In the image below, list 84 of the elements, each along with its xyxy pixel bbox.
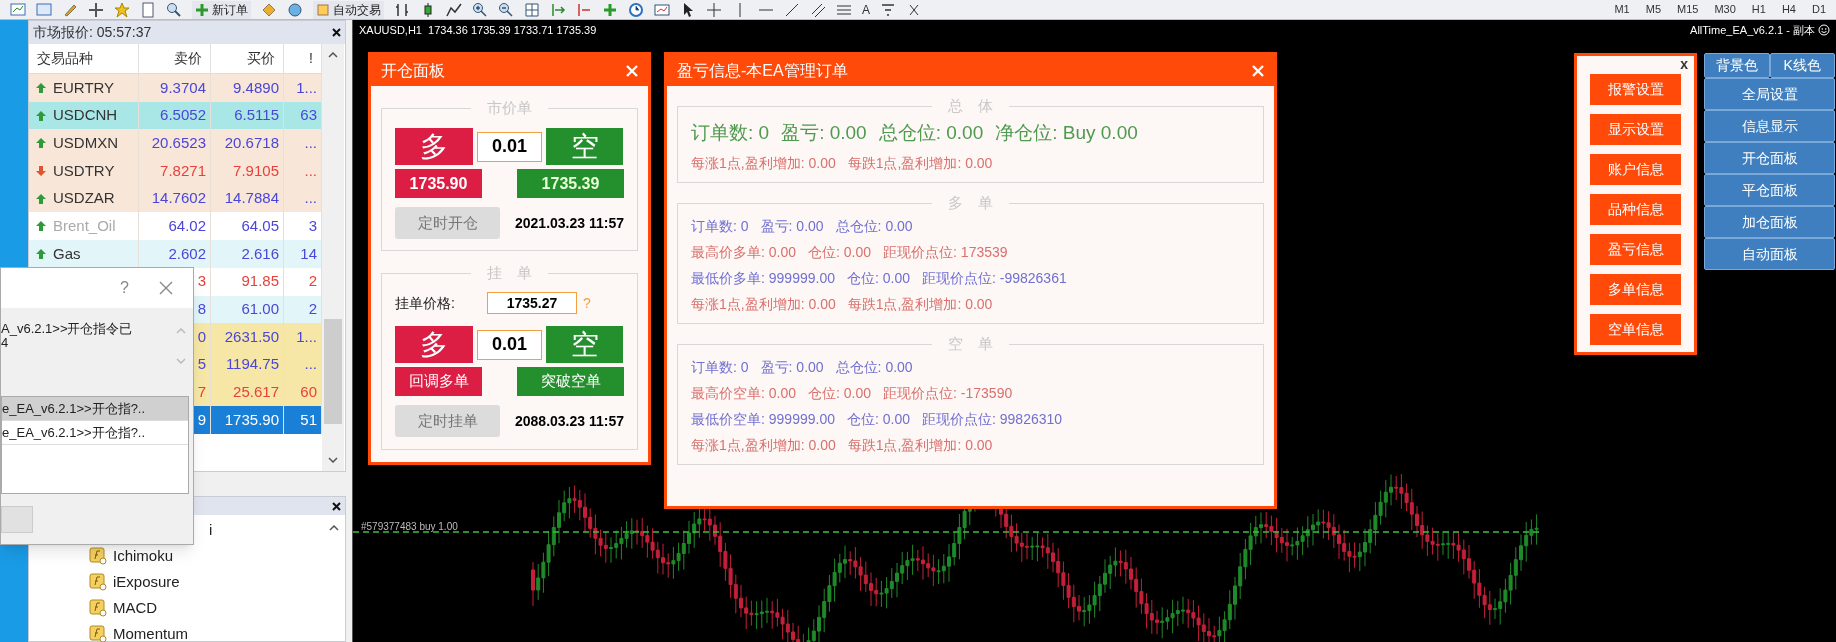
table-cell-text: 14 [300, 243, 317, 264]
info-text: 每跌1点,盈利增加: 0.00 [847, 435, 993, 455]
symbol-name: EURTRY [53, 77, 115, 98]
table-cell-text: 1735.90 [224, 409, 279, 430]
field-label: 挂单价格: [395, 293, 456, 313]
info-text: 最低价空单: 999999.00 [691, 409, 835, 429]
info-text: 每涨1点,盈利增加: 0.00 [691, 153, 836, 173]
table-cell-text: 1... [296, 77, 317, 98]
table-cell-text: 14.7602 [151, 188, 206, 209]
table-cell-text: 2 [308, 271, 317, 292]
symbol-name: USDCNH [53, 105, 118, 126]
info-text: 仓位: 0.00 [808, 242, 872, 262]
table-cell-text: 1194.75 [225, 354, 279, 375]
info-text: 盈亏: 0.00 [760, 216, 824, 236]
table-cell-text: 2.602 [168, 243, 206, 264]
info-text: 盈亏: 0.00 [781, 121, 867, 145]
info-text: 每跌1点,盈利增加: 0.00 [847, 153, 993, 173]
table-cell-text: 9.3704 [160, 77, 206, 98]
table-cell-text: 61.00 [241, 299, 279, 320]
table-cell-text: 2631.50 [224, 326, 279, 347]
table-cell-text: 2.616 [241, 243, 279, 264]
table-cell-text: 2 [308, 299, 317, 320]
table-cell-text: 9 [197, 409, 206, 430]
table-cell-text: 25.617 [233, 382, 279, 403]
info-text: 距现价点位: 99826310 [922, 409, 1063, 429]
info-text: 每涨1点,盈利增加: 0.00 [691, 294, 836, 314]
info-text: 仓位: 0.00 [846, 268, 910, 288]
table-cell-text: 7.8271 [160, 160, 206, 181]
table-cell-text: 0 [197, 326, 206, 347]
table-cell-text: 6.5052 [160, 105, 206, 126]
info-text: 订单数: 0 [691, 121, 770, 145]
symbol-name: USDMXN [53, 132, 118, 153]
chart-title: XAUUSD,H1 1734.36 1735.39 1733.71 1735.39 [359, 23, 597, 38]
info-text: 总仓位: 0.00 [835, 216, 913, 236]
table-cell-text: 6.5115 [234, 105, 279, 126]
table-cell-text: ... [304, 160, 317, 181]
table-cell-text: 3 [308, 216, 317, 237]
info-text: 每涨1点,盈利增加: 0.00 [691, 435, 836, 455]
info-text: 订单数: 0 [691, 357, 749, 377]
table-cell-text: 7 [197, 382, 206, 403]
info-text: 净仓位: Buy 0.00 [995, 121, 1138, 145]
info-text: 每跌1点,盈利增加: 0.00 [847, 294, 993, 314]
table-cell-text: 63 [300, 105, 317, 126]
info-text: 最高价多单: 0.00 [691, 242, 797, 262]
symbol-name: Brent_Oil [53, 216, 116, 237]
info-text: 距现价点位: -99826361 [922, 268, 1067, 288]
info-text: 最高价空单: 0.00 [691, 383, 797, 403]
table-cell-text: 8 [197, 299, 206, 320]
info-text: 距现价点位: -173590 [883, 383, 1013, 403]
symbol-name: Gas [53, 243, 81, 264]
symbol-name: USDTRY [53, 160, 115, 181]
order-line-label: #579377483 buy 1.00 [361, 520, 458, 534]
table-cell-text: 5 [197, 354, 206, 375]
alert-message: A_v6.2.1>>开仓指令已 4 [1, 322, 134, 352]
table-cell-text: 51 [300, 409, 317, 430]
info-text: 最低价多单: 999999.00 [691, 268, 835, 288]
info-text: 盈亏: 0.00 [760, 357, 824, 377]
info-text: 总仓位: 0.00 [878, 121, 984, 145]
info-text: 总仓位: 0.00 [835, 357, 913, 377]
table-cell-text: 14.7884 [224, 188, 279, 209]
ea-label: AllTime_EA_v6.2.1 - 副本 [1690, 23, 1815, 38]
info-text: 仓位: 0.00 [808, 383, 872, 403]
table-cell-text: 1... [296, 326, 317, 347]
table-cell-text: 64.05 [241, 216, 279, 237]
timestamp: 2088.03.23 11:57 [515, 411, 624, 431]
symbol-name: USDZAR [53, 188, 115, 209]
panel-title: 开仓面板 [381, 60, 445, 81]
timestamp: 2021.03.23 11:57 [515, 213, 624, 233]
table-cell-text: 20.6718 [224, 132, 279, 153]
table-cell-text: ... [304, 132, 317, 153]
table-cell-text: 3 [197, 271, 206, 292]
table-cell-text: 20.6523 [151, 132, 206, 153]
info-text: 距现价点位: 173539 [883, 242, 1008, 262]
table-cell-text: ... [304, 188, 317, 209]
table-cell-text: 64.02 [168, 216, 206, 237]
info-text: 订单数: 0 [691, 216, 749, 236]
panel-title: 市场报价: 05:57:37 [33, 23, 152, 42]
table-cell-text: 9.4890 [233, 77, 279, 98]
table-cell-text: 91.85 [241, 271, 279, 292]
panel-title: 盈亏信息-本EA管理订单 [677, 60, 848, 81]
info-text: 仓位: 0.00 [846, 409, 910, 429]
table-cell-text: 7.9105 [233, 160, 279, 181]
table-cell-text: ... [304, 354, 317, 375]
table-cell-text: 60 [300, 382, 317, 403]
